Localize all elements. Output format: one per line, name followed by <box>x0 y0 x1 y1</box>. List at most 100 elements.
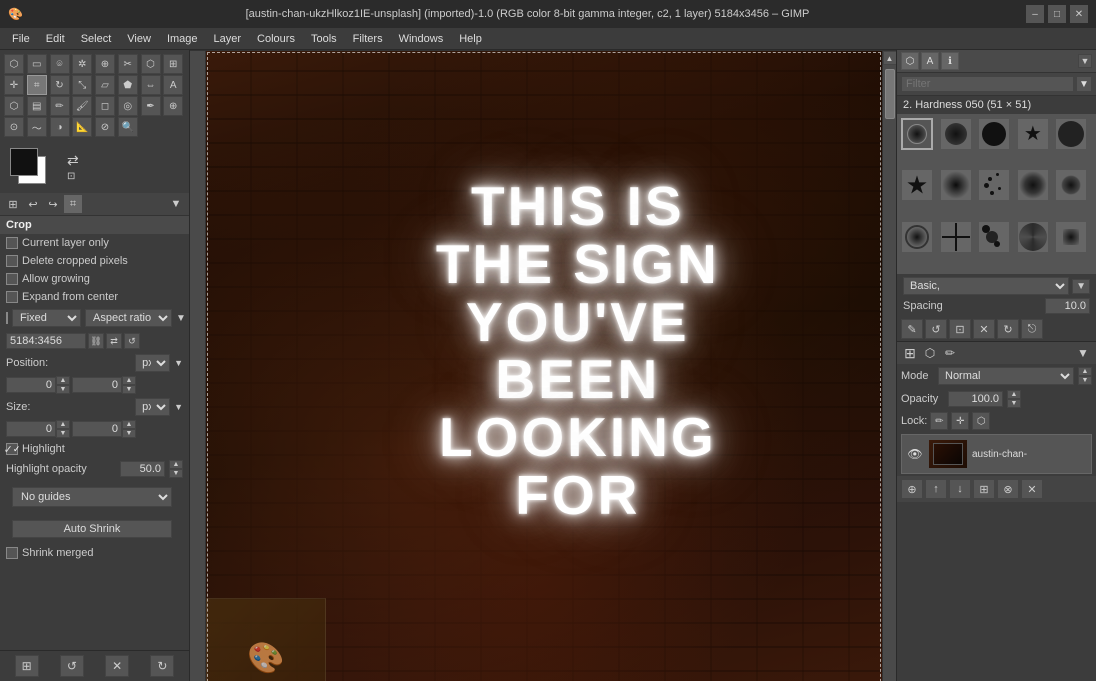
dimension-input[interactable] <box>6 333 86 349</box>
swap-dimension-icon[interactable]: ⇄ <box>106 333 122 349</box>
highlight-opacity-input[interactable] <box>120 461 165 477</box>
chain-link-icon[interactable]: ⛓ <box>88 333 104 349</box>
menu-tools[interactable]: Tools <box>303 31 345 47</box>
highlight-opacity-down[interactable]: ▼ <box>169 469 183 478</box>
tool-paintbrush[interactable]: 🖌 <box>72 96 92 116</box>
layer-new-button[interactable]: ⊕ <box>901 479 923 499</box>
position-y-up[interactable]: ▲ <box>122 376 136 385</box>
brush-item-9[interactable] <box>1017 169 1049 201</box>
opacity-down-button[interactable]: ▼ <box>1007 399 1021 408</box>
layers-panel-expand-button[interactable]: ▼ <box>1074 344 1092 362</box>
reset-colors-button[interactable]: ⊡ <box>67 171 79 182</box>
mode-up-button[interactable]: ▲ <box>1078 367 1092 376</box>
new-image-button[interactable]: ⊞ <box>15 655 39 677</box>
position-x-input[interactable] <box>6 377 56 393</box>
brush-item-5[interactable] <box>1055 118 1087 150</box>
tool-measure[interactable]: 📐 <box>72 117 92 137</box>
size-h-down[interactable]: ▼ <box>122 429 136 438</box>
maximize-button[interactable]: □ <box>1048 5 1066 23</box>
tool-scale[interactable]: ⤡ <box>72 75 92 95</box>
brush-item-14[interactable] <box>1017 221 1049 253</box>
delete-cropped-pixels-checkbox[interactable] <box>6 255 18 267</box>
layer-lower-button[interactable]: ↓ <box>949 479 971 499</box>
mode-down-button[interactable]: ▼ <box>1078 376 1092 385</box>
tool-move[interactable]: ✛ <box>4 75 24 95</box>
shrink-merged-checkbox[interactable] <box>6 547 18 559</box>
tool-text[interactable]: A <box>163 75 183 95</box>
size-unit-select[interactable]: px mm cm <box>135 398 170 416</box>
menu-layer[interactable]: Layer <box>206 31 250 47</box>
brush-export-btn[interactable]: ⎋ <box>1021 319 1043 339</box>
layer-merge-button[interactable]: ⊗ <box>997 479 1019 499</box>
layer-duplicate-button[interactable]: ⊞ <box>973 479 995 499</box>
layers-icon-channels[interactable]: ⬡ <box>921 344 939 362</box>
position-x-up[interactable]: ▲ <box>56 376 70 385</box>
panel-icon-new[interactable]: ⊞ <box>4 195 22 213</box>
panel-icon-open[interactable]: ↩ <box>24 195 42 213</box>
brush-item-4[interactable]: ★ <box>1017 118 1049 150</box>
brush-preset-select[interactable]: Basic, Sketch <box>903 277 1069 295</box>
menu-filters[interactable]: Filters <box>345 31 391 47</box>
brush-copy-btn[interactable]: ⊡ <box>949 319 971 339</box>
tool-bucket[interactable]: ⬡ <box>4 96 24 116</box>
panel-icon-crop-tool[interactable]: ⌗ <box>64 195 82 213</box>
layer-item[interactable]: 👁 austin-chan- <box>901 434 1092 474</box>
size-h-input[interactable] <box>72 421 122 437</box>
tool-gradient[interactable]: ▤ <box>27 96 47 116</box>
tool-pencil[interactable]: ✏ <box>50 96 70 116</box>
brush-item-13[interactable] <box>978 221 1010 253</box>
tool-zoom[interactable]: 🔍 <box>118 117 138 137</box>
close-button[interactable]: ✕ <box>1070 5 1088 23</box>
brushes-panel-expand-button[interactable]: ▼ <box>1078 54 1092 68</box>
expand-from-center-checkbox[interactable] <box>6 291 18 303</box>
brush-item-12[interactable] <box>940 221 972 253</box>
highlight-opacity-up[interactable]: ▲ <box>169 460 183 469</box>
menu-select[interactable]: Select <box>73 31 120 47</box>
brush-item-15[interactable] <box>1055 221 1087 253</box>
brush-redo-btn[interactable]: ↻ <box>997 319 1019 339</box>
fixed-select[interactable]: Fixed No fixed <box>12 309 81 327</box>
delete-image-button[interactable]: ✕ <box>105 655 129 677</box>
brush-spacing-input[interactable] <box>1045 298 1090 314</box>
restore-button[interactable]: ↻ <box>150 655 174 677</box>
mode-select[interactable]: Normal Multiply Screen Overlay <box>938 367 1074 385</box>
tool-smudge[interactable]: 〜 <box>27 117 47 137</box>
opacity-input[interactable] <box>948 391 1003 407</box>
position-y-input[interactable] <box>72 377 122 393</box>
fixed-checkbox[interactable] <box>6 312 8 324</box>
tool-ink[interactable]: ✒ <box>141 96 161 116</box>
lock-alpha-button[interactable]: ⬡ <box>972 412 990 430</box>
menu-file[interactable]: File <box>4 31 38 47</box>
layers-icon-paths[interactable]: ✏ <box>941 344 959 362</box>
brush-item-2[interactable] <box>940 118 972 150</box>
aspect-dropdown-arrow[interactable]: ▼ <box>176 313 186 324</box>
brush-filter-input[interactable] <box>901 76 1074 92</box>
tool-colorpicker[interactable]: ⊘ <box>95 117 115 137</box>
position-x-down[interactable]: ▼ <box>56 385 70 394</box>
brush-preset-arrow[interactable]: ▼ <box>1072 279 1090 294</box>
aspect-ratio-select[interactable]: Aspect ratio Size Width Height <box>85 309 172 327</box>
tool-fuzzy-select[interactable]: ✲ <box>72 54 92 74</box>
tool-rect-select[interactable]: ▭ <box>27 54 47 74</box>
tool-color-select[interactable]: ⊕ <box>95 54 115 74</box>
allow-growing-checkbox[interactable] <box>6 273 18 285</box>
position-unit-select[interactable]: px mm cm <box>135 354 170 372</box>
brush-delete-btn[interactable]: ✕ <box>973 319 995 339</box>
canvas-vscrollbar[interactable]: ▲ ▼ <box>882 51 896 681</box>
menu-edit[interactable]: Edit <box>38 31 73 47</box>
gimp-prefs-button[interactable]: ↺ <box>60 655 84 677</box>
size-w-up[interactable]: ▲ <box>56 420 70 429</box>
vscroll-up-button[interactable]: ▲ <box>883 51 897 65</box>
vscroll-thumb[interactable] <box>885 69 895 119</box>
tool-shear[interactable]: ▱ <box>95 75 115 95</box>
tool-eraser[interactable]: ◻ <box>95 96 115 116</box>
brush-item-1[interactable] <box>901 118 933 150</box>
tool-airbrush[interactable]: ◎ <box>118 96 138 116</box>
tool-dodge[interactable]: ◑ <box>50 117 70 137</box>
tool-align[interactable]: ⊞ <box>163 54 183 74</box>
highlight-checkbox[interactable]: ✓ <box>6 443 18 455</box>
brush-filter-arrow[interactable]: ▼ <box>1076 76 1092 92</box>
tool-flip[interactable]: ⇔ <box>141 75 161 95</box>
lock-position-button[interactable]: ✛ <box>951 412 969 430</box>
opacity-up-button[interactable]: ▲ <box>1007 390 1021 399</box>
